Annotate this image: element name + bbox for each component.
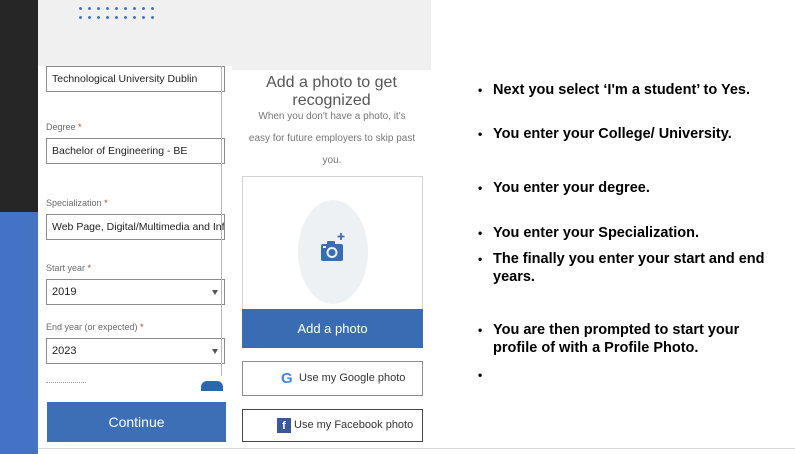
bullet-glyph: • [478, 127, 483, 141]
google-icon: G [281, 370, 293, 387]
degree-field[interactable]: Bachelor of Engineering - BE [46, 138, 225, 164]
end-year-select[interactable]: 2023 [46, 338, 225, 364]
list-item-text: You are then prompted to start your prof… [493, 322, 740, 356]
required-marker: * [104, 198, 108, 208]
continue-button[interactable]: Continue [47, 402, 226, 442]
start-year-select[interactable]: 2019 [46, 279, 225, 305]
facebook-photo-button[interactable]: f Use my Facebook photo [242, 409, 423, 442]
sidebar-dark-block [0, 0, 38, 212]
chevron-down-icon [212, 349, 218, 354]
required-marker: * [78, 122, 82, 132]
degree-label-text: Degree [46, 122, 76, 132]
specialization-field[interactable]: Web Page, Digital/Multimedia and Informa… [46, 214, 225, 240]
end-year-value: 2023 [52, 345, 77, 357]
end-year-label: End year (or expected) * [46, 322, 144, 332]
sidebar-blue-block [0, 212, 38, 454]
dot-pattern-decoration [76, 4, 156, 22]
bullet-glyph: • [478, 181, 483, 195]
facebook-photo-label: Use my Facebook photo [294, 419, 414, 431]
add-camera-icon[interactable] [318, 232, 348, 266]
toggle-switch[interactable] [201, 381, 223, 391]
specialization-label-text: Specialization [46, 198, 102, 208]
bullet-glyph: • [478, 368, 483, 382]
end-year-label-text: End year (or expected) [46, 322, 138, 332]
degree-label: Degree * [46, 122, 82, 132]
specialization-label: Specialization * [46, 198, 108, 208]
photo-panel-title: Add a photo to get recognized [266, 74, 397, 109]
add-photo-button[interactable]: Add a photo [242, 309, 423, 348]
bullet-glyph: • [478, 252, 483, 266]
start-year-value: 2019 [52, 286, 77, 298]
photo-panel-subtitle: When you don't have a photo, it's easy f… [248, 111, 416, 166]
chevron-down-icon [212, 290, 218, 295]
google-photo-button[interactable]: G Use my Google photo [242, 361, 423, 396]
start-year-label-text: Start year [46, 263, 86, 273]
list-item-text: You enter your Specialization. [493, 225, 699, 241]
bullet-glyph: • [478, 323, 483, 337]
required-marker: * [140, 322, 144, 332]
instruction-list: • Next you select ‘I'm a student’ to Yes… [478, 0, 788, 454]
list-item-text: Next you select ‘I'm a student’ to Yes. [493, 82, 751, 98]
google-photo-label: Use my Google photo [299, 372, 406, 384]
list-item-text: You enter your degree. [493, 180, 650, 196]
bullet-glyph: • [478, 83, 483, 97]
university-field[interactable]: Technological University Dublin [46, 66, 225, 92]
start-year-label: Start year * [46, 263, 91, 273]
facebook-icon: f [277, 418, 291, 433]
bullet-glyph: • [478, 226, 483, 240]
list-item-text: The finally you enter your start and end… [493, 251, 765, 285]
form-divider-line [221, 66, 222, 376]
list-item-text: You enter your College/ University. [493, 126, 732, 142]
toggle-label-partial [46, 382, 86, 386]
required-marker: * [87, 263, 92, 273]
